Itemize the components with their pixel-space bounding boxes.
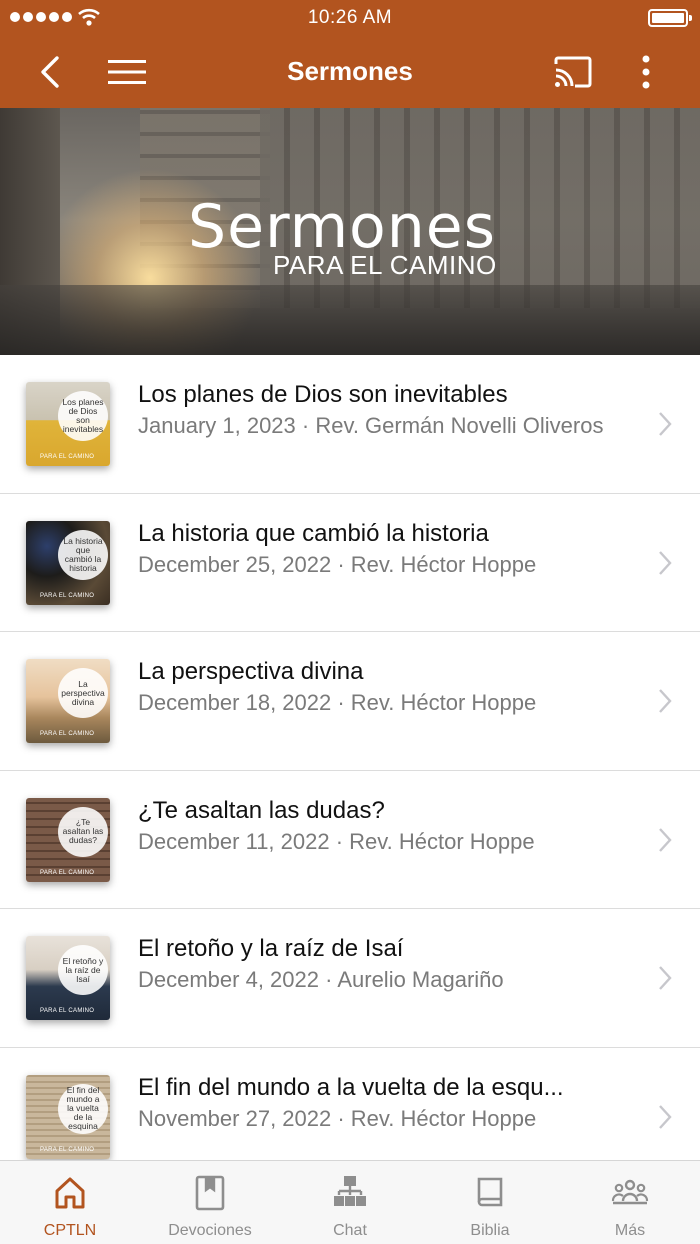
chevron-right-icon xyxy=(659,550,672,575)
nav-bar: Sermones xyxy=(0,36,700,108)
sermon-title: El fin del mundo a la vuelta de la esqu.… xyxy=(138,1073,564,1101)
chevron-right-icon xyxy=(659,827,672,852)
list-item[interactable]: La historia que cambió la historia PARA … xyxy=(0,494,700,632)
thumbnail-brand: PARA EL CAMINO xyxy=(40,731,95,737)
bible-book-icon xyxy=(477,1177,503,1207)
cast-icon xyxy=(554,56,592,88)
tab-cptln[interactable]: CPTLN xyxy=(0,1161,140,1244)
thumbnail-caption: Los planes de Dios son inevitables xyxy=(58,391,108,441)
sermon-thumbnail: Los planes de Dios son inevitables PARA … xyxy=(26,382,110,466)
sermon-title: ¿Te asaltan las dudas? xyxy=(138,796,385,824)
bookmark-book-icon xyxy=(195,1175,225,1211)
tab-label: Chat xyxy=(333,1222,367,1239)
list-item[interactable]: Los planes de Dios son inevitables PARA … xyxy=(0,355,700,494)
tab-biblia[interactable]: Biblia xyxy=(420,1161,560,1244)
banner-subtitle: PARA EL CAMINO xyxy=(273,250,497,280)
tab-label: CPTLN xyxy=(43,1222,97,1239)
chevron-right-icon xyxy=(659,966,672,990)
list-item-text: El retoño y la raíz de Isaí December 4, … xyxy=(138,933,638,995)
list-item[interactable]: El retoño y la raíz de Isaí PARA EL CAMI… xyxy=(0,909,700,1048)
home-icon xyxy=(55,1177,85,1209)
sermon-thumbnail: El fin del mundo a la vuelta de la esqui… xyxy=(26,1074,110,1159)
banner-photo-street xyxy=(0,285,700,355)
sermon-thumbnail: El retoño y la raíz de Isaí PARA EL CAMI… xyxy=(26,936,110,1020)
sermon-meta: December 25, 2022 · Rev. Héctor Hoppe xyxy=(138,551,537,577)
thumbnail-brand: PARA EL CAMINO xyxy=(40,1146,95,1153)
tab-chat[interactable]: Chat xyxy=(280,1161,420,1244)
thumbnail-brand: PARA EL CAMINO xyxy=(40,592,95,599)
thumbnail-caption: ¿Te asaltan las dudas? xyxy=(58,806,108,857)
chevron-right-icon xyxy=(659,689,672,713)
tab-mas[interactable]: Más xyxy=(560,1161,700,1244)
sermon-meta: November 27, 2022 · Rev. Héctor Hoppe xyxy=(138,1105,537,1131)
status-bar: 10:26 AM xyxy=(0,0,700,36)
list-item-text: ¿Te asaltan las dudas? December 11, 2022… xyxy=(138,795,638,857)
sermon-list: Los planes de Dios son inevitables PARA … xyxy=(0,355,700,1186)
chat-network-icon xyxy=(334,1176,366,1206)
status-time: 10:26 AM xyxy=(307,7,393,28)
sermon-title: La perspectiva divina xyxy=(138,658,364,685)
chevron-right-icon xyxy=(659,1104,672,1129)
sermon-title: El retoño y la raíz de Isaí xyxy=(138,935,404,962)
list-item-text: Los planes de Dios son inevitables Janua… xyxy=(138,379,638,441)
bottom-tab-bar: CPTLN Devociones Chat Biblia Más xyxy=(0,1160,700,1244)
tab-devociones[interactable]: Devociones xyxy=(140,1161,280,1244)
battery-icon xyxy=(648,9,692,27)
sermon-title: La historia que cambió la historia xyxy=(138,519,489,547)
sermon-meta: January 1, 2023 · Rev. Germán Novelli Ol… xyxy=(138,413,604,438)
sermones-banner: Sermones PARA EL CAMINO xyxy=(0,108,700,355)
sermon-meta: December 18, 2022 · Rev. Héctor Hoppe xyxy=(138,690,537,715)
list-item-text: La historia que cambió la historia Decem… xyxy=(138,518,638,580)
cast-button[interactable] xyxy=(550,50,596,94)
list-item-text: La perspectiva divina December 18, 2022 … xyxy=(138,656,638,718)
more-vertical-icon xyxy=(642,55,650,89)
group-icon xyxy=(611,1179,649,1205)
sermon-title: Los planes de Dios son inevitables xyxy=(138,381,508,408)
thumbnail-caption: El retoño y la raíz de Isaí xyxy=(58,945,108,995)
sermon-meta: December 4, 2022 · Aurelio Magariño xyxy=(138,967,504,992)
list-item-text: El fin del mundo a la vuelta de la esqu.… xyxy=(138,1072,638,1134)
list-item[interactable]: ¿Te asaltan las dudas? PARA EL CAMINO ¿T… xyxy=(0,771,700,909)
tab-label: Más xyxy=(614,1222,646,1239)
tab-label: Devociones xyxy=(168,1222,252,1239)
thumbnail-brand: PARA EL CAMINO xyxy=(40,1008,95,1014)
thumbnail-caption: El fin del mundo a la vuelta de la esqui… xyxy=(58,1083,108,1134)
thumbnail-brand: PARA EL CAMINO xyxy=(40,454,95,460)
chevron-right-icon xyxy=(659,412,672,436)
sermon-thumbnail: La historia que cambió la historia PARA … xyxy=(26,520,110,605)
thumbnail-caption: La perspectiva divina xyxy=(58,668,108,718)
thumbnail-brand: PARA EL CAMINO xyxy=(40,869,95,876)
app-header: 10:26 AM Sermones xyxy=(0,0,700,108)
sermon-thumbnail: ¿Te asaltan las dudas? PARA EL CAMINO xyxy=(26,797,110,882)
list-item[interactable]: La perspectiva divina PARA EL CAMINO La … xyxy=(0,632,700,771)
more-options-button[interactable] xyxy=(624,50,668,94)
thumbnail-caption: La historia que cambió la historia xyxy=(58,529,108,580)
sermon-meta: December 11, 2022 · Rev. Héctor Hoppe xyxy=(138,828,535,854)
sermon-thumbnail: La perspectiva divina PARA EL CAMINO xyxy=(26,659,110,743)
tab-label: Biblia xyxy=(470,1222,510,1239)
